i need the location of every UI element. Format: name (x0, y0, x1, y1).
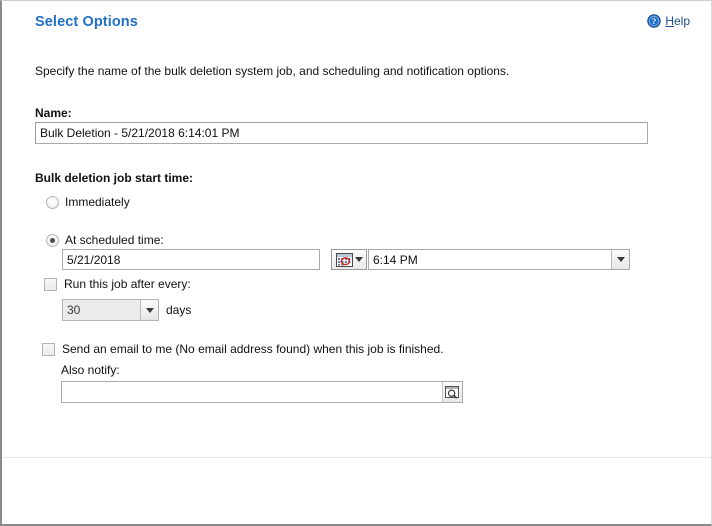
name-label: Name: (35, 106, 72, 120)
checkbox-send-email-indicator[interactable] (42, 343, 55, 356)
checkbox-recurrence-indicator[interactable] (44, 278, 57, 291)
intro-text: Specify the name of the bulk deletion sy… (35, 64, 510, 78)
dialog-content: Select Options ? Help Specify the name o… (2, 1, 711, 458)
help-accel-letter: H (665, 14, 674, 28)
also-notify-lookup-button[interactable] (442, 382, 462, 402)
also-notify-input[interactable] (62, 382, 442, 402)
chevron-down-icon (145, 307, 154, 313)
checkbox-send-email-label: Send an email to me (No email address fo… (62, 342, 444, 356)
recurrence-interval-value: 30 (67, 303, 81, 317)
scheduled-time-value: 6:14 PM (373, 252, 418, 267)
scheduled-date-input[interactable] (62, 249, 320, 270)
radio-at-scheduled-time-label: At scheduled time: (65, 233, 164, 247)
scheduled-time-combo[interactable]: 6:14 PM (368, 249, 630, 270)
page-title: Select Options (35, 14, 138, 30)
radio-at-scheduled-time-indicator[interactable] (46, 234, 59, 247)
help-label-rest: elp (673, 14, 690, 28)
start-time-label: Bulk deletion job start time: (35, 171, 194, 185)
name-input[interactable] (35, 122, 648, 144)
chevron-down-icon (354, 257, 363, 262)
recurrence-unit-label: days (166, 303, 192, 317)
checkbox-send-email[interactable]: Send an email to me (No email address fo… (42, 342, 444, 356)
dialog-footer: Back Next Cancel (2, 457, 711, 524)
checkbox-recurrence-label: Run this job after every: (64, 277, 191, 291)
help-link[interactable]: ? Help (647, 14, 690, 28)
recurrence-interval-combo[interactable]: 30 (62, 299, 159, 321)
also-notify-lookup[interactable] (61, 381, 463, 403)
svg-text:?: ? (652, 16, 656, 26)
radio-immediately-label: Immediately (65, 195, 130, 209)
checkbox-recurrence[interactable]: Run this job after every: (44, 277, 191, 291)
date-picker-button[interactable] (331, 249, 367, 270)
select-options-dialog: Select Options ? Help Specify the name o… (0, 0, 712, 526)
recurrence-interval-dropdown-arrow[interactable] (140, 300, 158, 320)
lookup-magnifier-icon (445, 385, 459, 399)
help-label: Help (665, 14, 690, 28)
calendar-icon (335, 252, 353, 267)
chevron-down-icon (616, 257, 625, 262)
also-notify-label: Also notify: (61, 363, 120, 377)
help-circle-icon: ? (647, 14, 662, 28)
scheduled-time-dropdown-arrow[interactable] (611, 250, 629, 269)
radio-at-scheduled-time[interactable]: At scheduled time: (46, 233, 164, 247)
radio-immediately[interactable]: Immediately (46, 195, 130, 209)
radio-immediately-indicator[interactable] (46, 196, 59, 209)
